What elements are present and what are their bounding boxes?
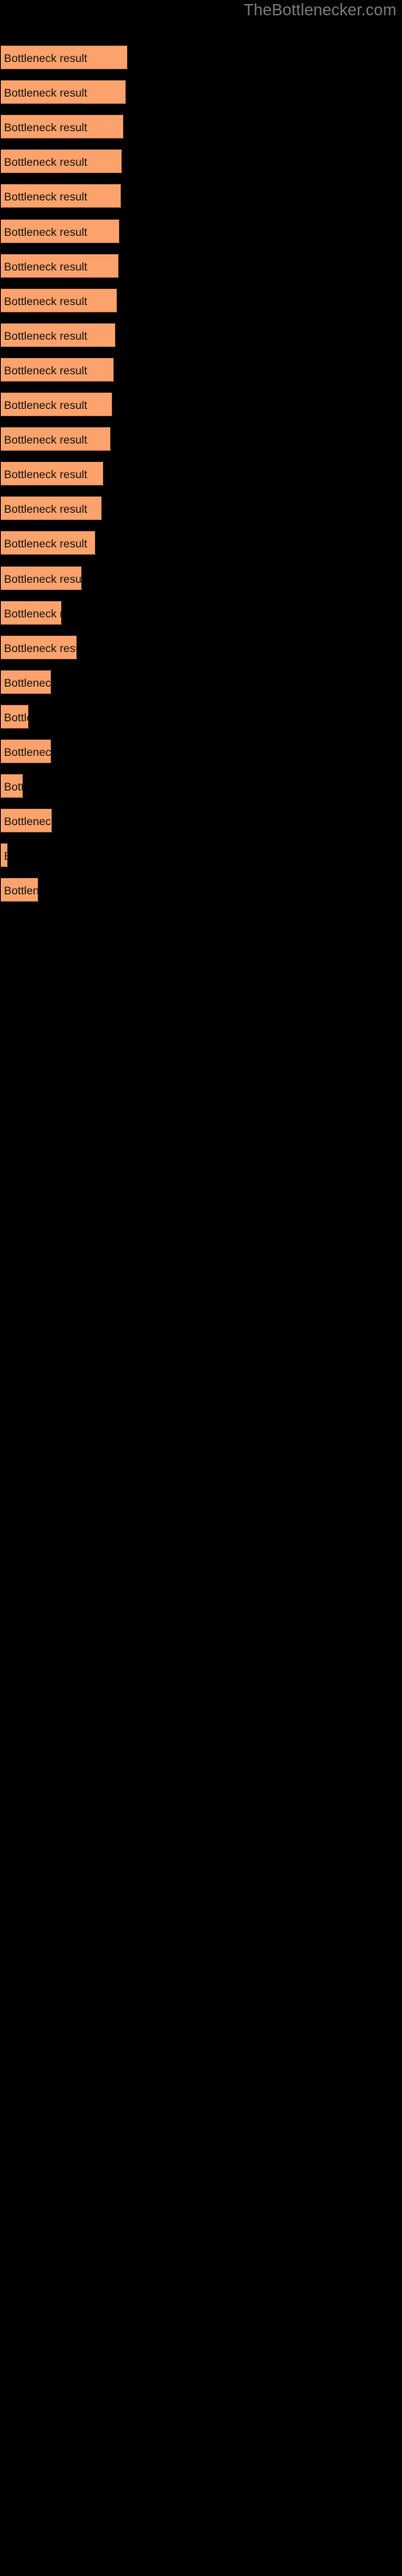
bottleneck-result-bar[interactable]: Bottleneck result [1, 739, 51, 763]
bar-label: Bottleneck result [4, 675, 51, 689]
bottleneck-result-bar[interactable]: Bottleneck result [1, 149, 122, 174]
bar-label: Bottleneck result [4, 815, 52, 828]
bar-label: Bottleneck result [4, 52, 88, 64]
bar-label: Bottleneck result [4, 844, 7, 866]
bottleneck-result-bar[interactable]: Bottleneck result [1, 184, 121, 208]
bar-label: Bottleneck result [4, 259, 88, 273]
bottleneck-result-bar[interactable]: Bottleneck result [1, 80, 126, 105]
bar-label: Bottleneck result [4, 745, 51, 758]
bottleneck-result-bar[interactable]: Bottleneck result [1, 704, 29, 729]
bottleneck-result-bar[interactable]: Bottleneck result [1, 565, 82, 590]
bar-label: Bottleneck result [4, 537, 88, 551]
bar-label: Bottleneck result [4, 710, 28, 724]
bar-label: Bottleneck result [4, 502, 88, 516]
bottleneck-result-bar[interactable]: Bottleneck result [1, 322, 116, 347]
bottleneck-result-bar[interactable]: Bottleneck result [1, 774, 23, 799]
bar-label: Bottleneck result [4, 433, 88, 447]
bar-label: Bottleneck result [4, 641, 76, 654]
bottleneck-result-bar[interactable]: Bottleneck result [1, 877, 39, 902]
bottleneck-result-bar[interactable]: Bottleneck result [1, 114, 124, 139]
bar-label: Bottleneck result [4, 468, 88, 481]
bar-label: Bottleneck result [4, 155, 88, 169]
bar-label: Bottleneck result [4, 121, 88, 134]
bottleneck-bar-chart: Bottleneck result Bottleneck result Bottle… [0, 0, 402, 2576]
bar-label: Bottleneck result [4, 363, 88, 377]
bar-label: Bottleneck result [4, 86, 88, 100]
bottleneck-result-bar[interactable]: Bottleneck result [1, 218, 120, 243]
page-root: TheBottlenecker.com Bottleneck result Bot… [0, 0, 402, 2576]
bottleneck-result-bar[interactable]: Bottleneck result [1, 808, 52, 833]
bar-label: Bottleneck result [4, 225, 88, 238]
bar-label: Bottleneck result [4, 190, 88, 204]
bar-label: Bottleneck result [4, 294, 88, 308]
bar-label: Bottleneck result [4, 328, 88, 342]
bottleneck-result-bar[interactable]: Bottleneck result [1, 392, 113, 416]
bottleneck-result-bar[interactable]: Bottleneck result [1, 669, 51, 694]
bar-label: Bottleneck result [4, 780, 23, 794]
bottleneck-result-bar[interactable]: Bottleneck result [1, 461, 104, 486]
bottleneck-result-bar[interactable]: Bottleneck result [1, 530, 96, 555]
bar-label: Bottleneck result [4, 884, 39, 898]
bottleneck-result-bar[interactable]: Bottleneck result [1, 600, 62, 625]
bar-label: Bottleneck result [4, 606, 61, 620]
bottleneck-result-bar[interactable]: Bottleneck result [1, 496, 102, 521]
bottleneck-result-bar[interactable]: Bottleneck result [1, 45, 128, 69]
bottleneck-result-bar[interactable]: Bottleneck result [1, 843, 8, 868]
bottleneck-result-bar[interactable]: Bottleneck result [1, 253, 119, 278]
bar-label: Bottleneck result [4, 398, 88, 411]
bottleneck-result-bar[interactable]: Bottleneck result [1, 357, 114, 382]
bottleneck-result-bar[interactable]: Bottleneck result [1, 427, 111, 452]
bottleneck-result-bar[interactable]: Bottleneck result [1, 287, 117, 312]
bar-label: Bottleneck result [4, 572, 82, 585]
bottleneck-result-bar[interactable]: Bottleneck result [1, 634, 77, 659]
